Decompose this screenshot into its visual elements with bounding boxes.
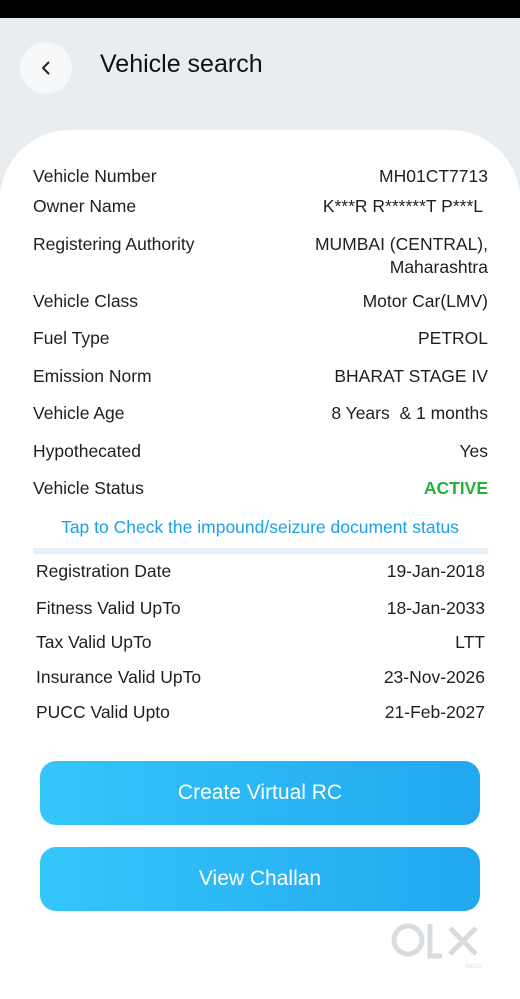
- section-divider: [33, 548, 488, 554]
- detail-row-vehicle-class: Vehicle Class Motor Car(LMV): [33, 290, 488, 313]
- detail-label: Fuel Type: [33, 328, 110, 348]
- authority-line-1: MUMBAI (CENTRAL),: [314, 234, 488, 254]
- validity-value: 21-Feb-2027: [384, 702, 485, 722]
- validity-row-registration-date: Registration Date 19-Jan-2018: [36, 560, 485, 583]
- back-button[interactable]: [20, 42, 72, 94]
- detail-label: Emission Norm: [33, 366, 152, 386]
- detail-row-emission-norm: Emission Norm BHARAT STAGE IV: [33, 365, 488, 388]
- detail-value: MH01CT7713: [379, 166, 488, 186]
- detail-row-vehicle-age: Vehicle Age 8 Years & 1 months: [33, 402, 488, 425]
- validity-row-fitness: Fitness Valid UpTo 18-Jan-2033: [36, 597, 485, 620]
- validity-label: PUCC Valid Upto: [36, 702, 170, 722]
- detail-label: Hypothecated: [33, 441, 141, 461]
- detail-label: Vehicle Age: [33, 403, 125, 423]
- validity-label: Insurance Valid UpTo: [36, 667, 202, 687]
- validity-label: Fitness Valid UpTo: [36, 598, 181, 618]
- validity-row-pucc: PUCC Valid Upto 21-Feb-2027: [36, 701, 485, 724]
- detail-label: Owner Name: [33, 196, 137, 216]
- watermark-sub: INDIA: [466, 964, 482, 970]
- detail-label: Vehicle Class: [33, 291, 139, 311]
- status-bar: [0, 0, 520, 18]
- detail-value: 8 Years & 1 months: [331, 403, 488, 423]
- detail-row-fuel-type: Fuel Type PETROL: [33, 327, 488, 350]
- impound-status-link[interactable]: Tap to Check the impound/seizure documen…: [0, 517, 520, 538]
- detail-label: Vehicle Status: [33, 478, 144, 498]
- detail-row-registering-authority: Registering Authority MUMBAI (CENTRAL), …: [33, 233, 488, 279]
- detail-row-hypothecated: Hypothecated Yes: [33, 440, 488, 463]
- olx-watermark-logo: INDIA: [391, 923, 482, 970]
- validity-value: 18-Jan-2033: [386, 598, 485, 618]
- view-challan-button[interactable]: View Challan: [40, 847, 480, 911]
- detail-value: BHARAT STAGE IV: [334, 366, 488, 386]
- detail-row-vehicle-status: Vehicle Status ACTIVE: [33, 477, 488, 500]
- chevron-left-icon: [42, 61, 50, 75]
- detail-value: Motor Car(LMV): [362, 291, 488, 311]
- validity-label: Tax Valid UpTo: [36, 632, 152, 652]
- detail-row-vehicle-number: Vehicle Number MH01CT7713: [33, 165, 488, 188]
- create-virtual-rc-button[interactable]: Create Virtual RC: [40, 761, 480, 825]
- validity-value: 19-Jan-2018: [386, 561, 485, 581]
- validity-label: Registration Date: [36, 561, 172, 581]
- validity-row-insurance: Insurance Valid UpTo 23-Nov-2026: [36, 666, 485, 689]
- validity-row-tax: Tax Valid UpTo LTT: [36, 631, 485, 654]
- authority-line-2: Maharashtra: [389, 257, 488, 277]
- detail-label: Registering Authority: [33, 234, 195, 254]
- validity-value: LTT: [455, 632, 485, 652]
- status-badge: ACTIVE: [423, 478, 488, 498]
- detail-label: Vehicle Number: [33, 166, 157, 186]
- detail-row-owner-name: Owner Name K***R R******T P***L: [33, 195, 488, 218]
- detail-value: Yes: [459, 441, 488, 461]
- detail-value: K***R R******T P***L: [322, 196, 483, 216]
- detail-value: PETROL: [417, 328, 488, 348]
- detail-value: MUMBAI (CENTRAL), Maharashtra: [315, 233, 488, 279]
- validity-value: 23-Nov-2026: [383, 667, 485, 687]
- page-title: Vehicle search: [100, 50, 263, 78]
